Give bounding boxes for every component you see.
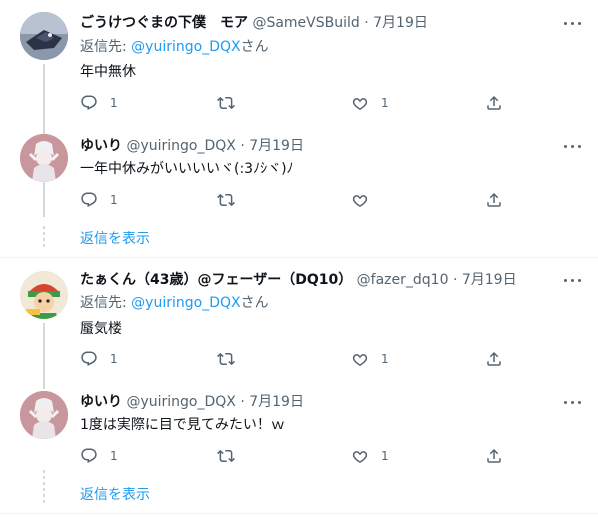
user-handle[interactable]: @yuiringo_DQX	[126, 394, 235, 410]
avatar-image	[20, 134, 68, 182]
tweet-text: 蜃気楼	[80, 321, 122, 337]
reply-icon	[80, 94, 98, 112]
tweet-date[interactable]: 7月19日	[249, 138, 304, 154]
like-icon	[351, 94, 369, 112]
reply-to-prefix: 返信先:	[80, 295, 132, 311]
reply-count: 1	[110, 352, 118, 366]
thread-divider	[0, 513, 598, 514]
tweet-date[interactable]: 7月19日	[249, 394, 304, 410]
like-count: 1	[381, 96, 389, 110]
reply-to-line: 返信先: @yuiringo_DQXさん	[80, 294, 269, 312]
separator-dot: ·	[448, 272, 462, 288]
avatar[interactable]	[20, 12, 68, 60]
retweet-button[interactable]	[217, 190, 235, 210]
avatar[interactable]	[20, 271, 68, 319]
reply-button[interactable]: 1	[80, 446, 118, 466]
avatar[interactable]	[20, 391, 68, 439]
more-options-icon[interactable]	[564, 16, 582, 30]
tweet-text: 年中無休	[80, 64, 136, 80]
tweet-actions: 1 1	[80, 446, 510, 466]
tweet-actions: 1	[80, 190, 510, 210]
retweet-icon	[217, 191, 235, 209]
share-icon	[485, 447, 503, 465]
retweet-icon	[217, 447, 235, 465]
tweet-actions: 1 1	[80, 93, 510, 113]
avatar-image	[20, 12, 68, 60]
tweet-text: 1度は実際に目で見てみたい！ｗ	[80, 417, 285, 433]
share-icon	[485, 94, 503, 112]
share-icon	[485, 350, 503, 368]
reply-to-mention[interactable]: @yuiringo_DQX	[131, 295, 240, 311]
share-button[interactable]	[485, 190, 503, 210]
reply-count: 1	[110, 96, 118, 110]
avatar-image	[20, 391, 68, 439]
user-handle[interactable]: @yuiringo_DQX	[126, 138, 235, 154]
tweet-text: 一年中休みがいいいいヾ(:3ﾉｼヾ)ﾉ	[80, 161, 294, 177]
thread-line	[43, 323, 45, 389]
retweet-button[interactable]	[217, 93, 235, 113]
display-name[interactable]: ゆいり	[80, 394, 122, 410]
reply-to-suffix: さん	[240, 39, 269, 55]
reply-count: 1	[110, 449, 118, 463]
retweet-button[interactable]	[217, 349, 235, 369]
reply-button[interactable]: 1	[80, 349, 118, 369]
user-handle[interactable]: @fazer_dq10	[357, 272, 449, 288]
retweet-icon	[217, 94, 235, 112]
reply-to-line: 返信先: @yuiringo_DQXさん	[80, 38, 269, 56]
like-count: 1	[381, 352, 389, 366]
reply-button[interactable]: 1	[80, 190, 118, 210]
reply-to-suffix: さん	[240, 295, 269, 311]
thread-dotted-line	[43, 470, 45, 504]
like-icon	[351, 191, 369, 209]
tweet-header: ゆいり @yuiringo_DQX · 7月19日	[80, 137, 304, 155]
tweet-date[interactable]: 7月19日	[462, 272, 517, 288]
like-count: 1	[381, 449, 389, 463]
tweet-header: ゆいり @yuiringo_DQX · 7月19日	[80, 393, 304, 411]
reply-to-prefix: 返信先:	[80, 39, 132, 55]
reply-icon	[80, 191, 98, 209]
show-replies-link[interactable]: 返信を表示	[80, 486, 150, 504]
more-options-icon[interactable]	[564, 395, 582, 409]
share-button[interactable]	[485, 446, 503, 466]
reply-icon	[80, 447, 98, 465]
like-button[interactable]	[351, 190, 369, 210]
like-icon	[351, 447, 369, 465]
reply-icon	[80, 350, 98, 368]
tweet-actions: 1 1	[80, 349, 510, 369]
avatar-image	[20, 271, 68, 319]
display-name[interactable]: ゆいり	[80, 138, 122, 154]
share-icon	[485, 191, 503, 209]
more-options-icon[interactable]	[564, 139, 582, 153]
display-name[interactable]: たぁくん（43歳）@フェーザー（DQ10）	[80, 272, 352, 288]
reply-to-mention[interactable]: @yuiringo_DQX	[131, 39, 240, 55]
separator-dot: ·	[359, 15, 374, 31]
like-button[interactable]: 1	[351, 349, 389, 369]
separator-dot: ·	[235, 138, 250, 154]
share-button[interactable]	[485, 93, 503, 113]
tweet-header: ごうけつぐまの下僕 モア @SameVSBuild · 7月19日	[80, 14, 428, 32]
display-name[interactable]: ごうけつぐまの下僕 モア	[80, 15, 248, 31]
avatar[interactable]	[20, 134, 68, 182]
reply-count: 1	[110, 193, 118, 207]
thread-dotted-line	[43, 226, 45, 248]
tweet-header: たぁくん（43歳）@フェーザー（DQ10） @fazer_dq10 · 7月19…	[80, 271, 517, 289]
thread-divider	[0, 257, 598, 258]
separator-dot: ·	[235, 394, 250, 410]
more-options-icon[interactable]	[564, 273, 582, 287]
retweet-button[interactable]	[217, 446, 235, 466]
retweet-icon	[217, 350, 235, 368]
like-button[interactable]: 1	[351, 93, 389, 113]
share-button[interactable]	[485, 349, 503, 369]
user-handle[interactable]: @SameVSBuild	[252, 15, 359, 31]
show-replies-link[interactable]: 返信を表示	[80, 230, 150, 248]
tweet-date[interactable]: 7月19日	[373, 15, 428, 31]
like-icon	[351, 350, 369, 368]
like-button[interactable]: 1	[351, 446, 389, 466]
reply-button[interactable]: 1	[80, 93, 118, 113]
